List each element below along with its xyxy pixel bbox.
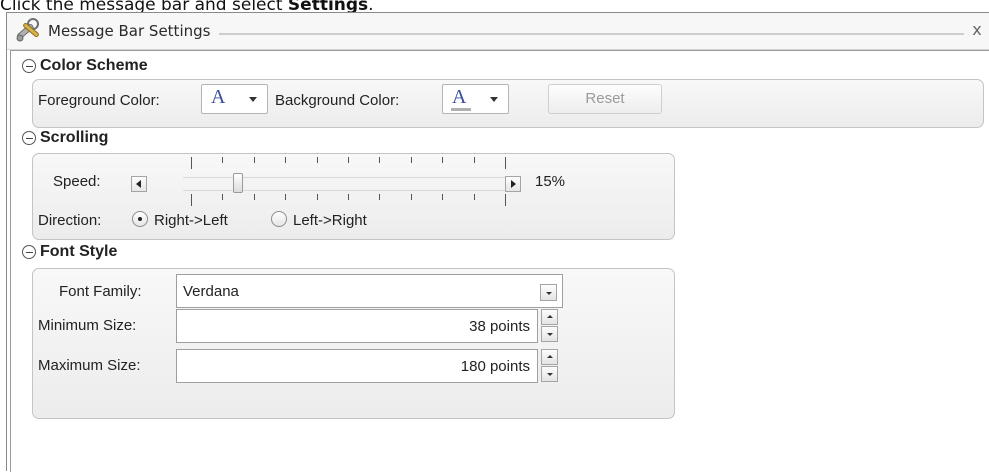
font-family-value: Verdana: [183, 283, 239, 300]
color-scheme-panel: Foreground Color: A Background Color: A …: [32, 79, 984, 128]
slider-tick: [442, 194, 444, 200]
slider-tick: [191, 194, 192, 206]
chevron-down-icon[interactable]: [540, 284, 557, 301]
minimum-size-stepper[interactable]: [541, 309, 558, 343]
font-family-select[interactable]: Verdana: [176, 274, 563, 308]
slider-tick: [348, 157, 349, 163]
maximum-size-value: 180 points: [460, 358, 530, 375]
minimum-size-label: Minimum Size:: [38, 317, 137, 334]
scrolling-title: Scrolling: [40, 129, 109, 146]
speed-value: 15%: [535, 173, 566, 190]
scrolling-header[interactable]: Scrolling: [22, 129, 108, 147]
speed-decrease-button[interactable]: [131, 176, 147, 192]
slider-tick: [473, 194, 475, 200]
direction-right-left-radio[interactable]: [132, 211, 148, 227]
maximum-size-input[interactable]: 180 points: [176, 349, 538, 383]
tools-icon: [13, 17, 43, 45]
minimum-size-input[interactable]: 38 points: [176, 309, 538, 343]
spin-down-icon[interactable]: [541, 366, 558, 382]
settings-dialog: Message Bar Settings x Color Scheme Fore…: [6, 12, 989, 472]
title-divider: [219, 33, 964, 35]
direction-label: Direction:: [38, 212, 102, 229]
foreground-color-label: Foreground Color:: [38, 92, 160, 109]
spin-down-icon[interactable]: [541, 326, 558, 342]
slider-tick: [505, 194, 506, 206]
font-style-panel: Font Family: Verdana Minimum Size: 38 po…: [32, 268, 675, 419]
spin-up-icon[interactable]: [541, 349, 558, 365]
slider-tick: [410, 157, 412, 163]
dialog-title: Message Bar Settings: [48, 22, 211, 40]
slider-tick: [253, 194, 255, 200]
collapse-icon: [22, 131, 36, 145]
color-scheme-header[interactable]: Color Scheme: [22, 57, 148, 75]
maximum-size-stepper[interactable]: [541, 349, 558, 383]
direction-left-right-radio[interactable]: [271, 211, 287, 227]
slider-tick: [191, 157, 192, 169]
slider-tick: [410, 194, 412, 200]
slider-tick: [348, 194, 349, 200]
slider-tick: [473, 157, 475, 163]
slider-tick: [253, 157, 255, 163]
slider-tick: [285, 157, 287, 163]
slider-tick: [285, 194, 287, 200]
close-button[interactable]: x: [967, 21, 987, 41]
color-swatch: [451, 108, 471, 111]
slider-tick: [505, 157, 506, 169]
maximum-size-label: Maximum Size:: [38, 357, 141, 374]
minimum-size-value: 38 points: [469, 318, 530, 335]
speed-increase-button[interactable]: [505, 176, 521, 192]
background-color-label: Background Color:: [275, 92, 400, 109]
background-color-button[interactable]: A: [442, 84, 509, 114]
speed-slider-thumb[interactable]: [233, 173, 244, 193]
collapse-icon: [22, 59, 36, 73]
font-style-title: Font Style: [40, 243, 118, 260]
direction-left-right-label[interactable]: Left->Right: [293, 212, 367, 229]
reset-button[interactable]: Reset: [548, 84, 662, 114]
color-scheme-title: Color Scheme: [40, 57, 148, 74]
slider-tick: [222, 157, 224, 163]
scrolling-panel: Speed: 15% Direction: Right->Left Left->…: [32, 153, 675, 240]
slider-tick: [316, 194, 318, 200]
chevron-down-icon: [490, 97, 498, 102]
collapse-icon: [22, 245, 36, 259]
dialog-titlebar: Message Bar Settings x: [7, 13, 989, 50]
slider-tick: [442, 157, 444, 163]
speed-label: Speed:: [53, 173, 101, 190]
direction-right-left-label[interactable]: Right->Left: [154, 212, 228, 229]
slider-tick: [379, 194, 381, 200]
font-color-icon: A: [211, 86, 226, 108]
slider-tick: [316, 157, 318, 163]
chevron-down-icon: [249, 97, 257, 102]
spin-up-icon[interactable]: [541, 309, 558, 325]
slider-tick: [379, 157, 381, 163]
slider-tick: [222, 194, 224, 200]
foreground-color-button[interactable]: A: [201, 84, 268, 114]
font-style-header[interactable]: Font Style: [22, 243, 117, 261]
dialog-content: Color Scheme Foreground Color: A Backgro…: [10, 50, 989, 472]
font-color-icon: A: [452, 86, 467, 108]
font-family-label: Font Family:: [59, 283, 142, 300]
